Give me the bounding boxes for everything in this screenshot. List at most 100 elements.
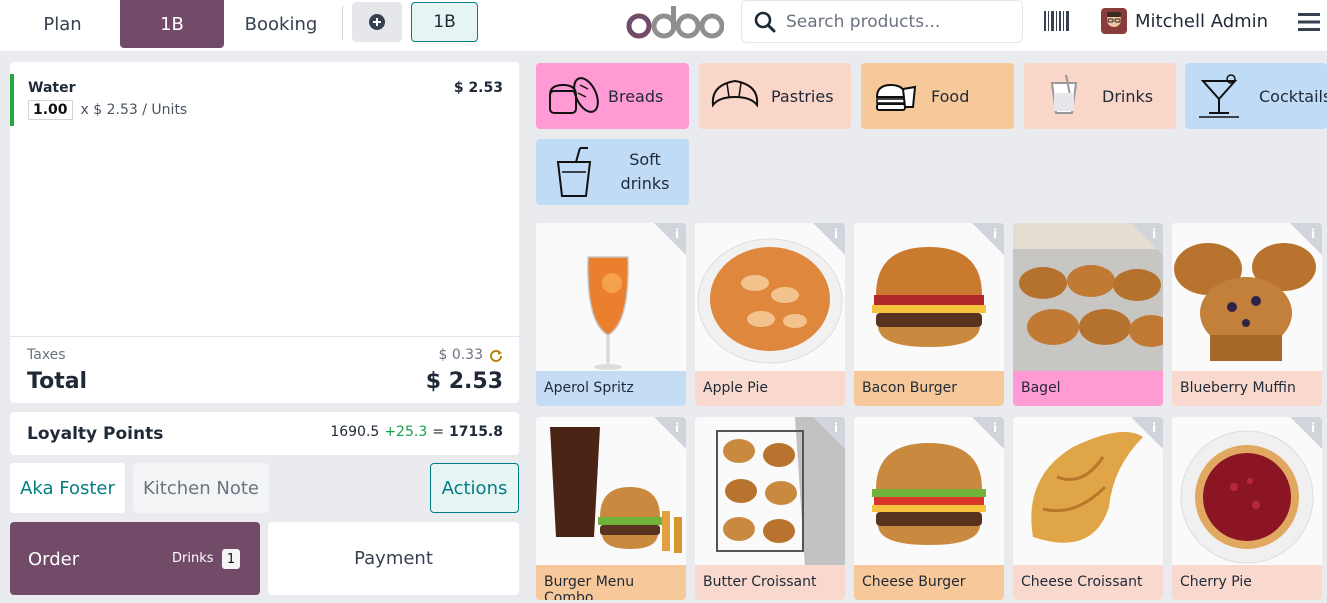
svg-text:i: i [1152, 421, 1156, 435]
total-value: $ 2.53 [425, 369, 503, 394]
category-pastries[interactable]: Pastries [699, 63, 851, 129]
actions-label: Actions [441, 477, 508, 499]
svg-text:i: i [675, 421, 679, 435]
category-drinks[interactable]: Drinks [1024, 63, 1176, 129]
taxes-label: Taxes [27, 347, 66, 363]
table-chip-label: 1B [433, 12, 456, 32]
customer-label: Aka Foster [20, 477, 115, 499]
product-card[interactable]: i Aperol Spritz [536, 223, 686, 406]
order-label: Order [28, 549, 80, 570]
product-card[interactable]: i Butter Croissant [695, 417, 845, 600]
info-icon[interactable]: i [1131, 417, 1163, 449]
loyalty-equals: = [432, 424, 444, 440]
loyalty-added: +25.3 [384, 424, 428, 440]
order-line[interactable]: Water 1.00 x $ 2.53 / Units $ 2.53 [10, 74, 519, 126]
info-icon[interactable]: i [654, 417, 686, 449]
order-count-badge: 1 [222, 549, 240, 569]
category-label: Soft drinks [620, 150, 670, 193]
info-icon[interactable]: i [1290, 223, 1322, 255]
cocktail-icon [1199, 74, 1239, 118]
order-line-qty: 1.00 [28, 100, 73, 120]
loyalty-points-row: Loyalty Points 1690.5 +25.3 = 1715.8 [10, 412, 519, 455]
product-name: Bacon Burger [854, 371, 1004, 406]
plan-label: Plan [43, 13, 82, 35]
table-label: 1B [160, 13, 184, 35]
table-chip[interactable]: 1B [411, 2, 478, 42]
category-breads[interactable]: Breads [536, 63, 689, 129]
category-label: Drinks [1102, 86, 1154, 106]
product-card[interactable]: i Bagel [1013, 223, 1163, 406]
product-card[interactable]: i Blueberry Muffin [1172, 223, 1322, 406]
product-name: Butter Croissant [695, 565, 845, 600]
info-icon[interactable]: i [1131, 223, 1163, 255]
glass-icon [1050, 74, 1078, 114]
info-icon[interactable]: i [654, 223, 686, 255]
info-icon[interactable]: i [972, 417, 1004, 449]
product-card[interactable]: i Cheese Croissant [1013, 417, 1163, 600]
order-category: Drinks [172, 551, 214, 566]
svg-text:i: i [993, 421, 997, 435]
info-icon[interactable]: i [813, 417, 845, 449]
loyalty-label: Loyalty Points [27, 424, 164, 444]
refresh-icon[interactable] [489, 348, 503, 362]
svg-text:i: i [1152, 227, 1156, 241]
product-search[interactable]: Search products... [741, 0, 1023, 43]
info-icon[interactable]: i [813, 223, 845, 255]
svg-text:i: i [675, 227, 679, 241]
search-icon [754, 11, 776, 32]
bread-icon [549, 77, 599, 114]
info-icon[interactable]: i [972, 223, 1004, 255]
product-card[interactable]: i Apple Pie [695, 223, 845, 406]
product-name: Cheese Croissant [1013, 565, 1163, 600]
product-name: Aperol Spritz [536, 371, 686, 406]
payment-button[interactable]: Payment [268, 522, 519, 595]
booking-label: Booking [244, 13, 318, 35]
category-soft-drinks[interactable]: Soft drinks [536, 139, 689, 205]
kitchen-note-label: Kitchen Note [143, 477, 259, 499]
hamburger-menu-icon[interactable] [1298, 12, 1320, 32]
product-name: Bagel [1013, 371, 1163, 406]
product-name: Cherry Pie [1172, 565, 1322, 600]
info-icon[interactable]: i [1290, 417, 1322, 449]
category-label: Food [931, 86, 970, 106]
order-line-price: $ 2.53 [453, 80, 503, 96]
category-food[interactable]: Food [861, 63, 1014, 129]
avatar [1101, 8, 1127, 34]
category-label: Pastries [771, 86, 834, 106]
product-card[interactable]: i Cherry Pie [1172, 417, 1322, 600]
add-order-button[interactable] [352, 2, 402, 42]
odoo-logo [626, 6, 724, 39]
category-label: Breads [608, 86, 664, 106]
top-bar: Plan 1B Booking 1B Search products... Mi… [0, 0, 1327, 52]
user-menu[interactable]: Mitchell Admin [1101, 8, 1268, 34]
product-name: Burger Menu Combo [536, 565, 686, 600]
order-button[interactable]: Order Drinks 1 [10, 522, 260, 595]
order-pane: Water 1.00 x $ 2.53 / Units $ 2.53 Taxes… [0, 52, 528, 603]
total-label: Total [27, 369, 88, 394]
croissant-icon [711, 79, 759, 108]
divider [342, 6, 343, 40]
customer-button[interactable]: Aka Foster [10, 463, 125, 513]
payment-label: Payment [354, 548, 433, 569]
booking-tab[interactable]: Booking [228, 0, 334, 48]
user-name: Mitchell Admin [1135, 10, 1269, 32]
order-lines-panel: Water 1.00 x $ 2.53 / Units $ 2.53 Taxes… [10, 62, 519, 403]
barcode-icon[interactable] [1044, 11, 1070, 31]
burger-fries-icon [875, 83, 917, 111]
svg-text:i: i [834, 421, 838, 435]
product-pane: Breads Pastries Food Drinks Cocktails So… [528, 52, 1327, 603]
product-name: Blueberry Muffin [1172, 371, 1322, 406]
product-name: Apple Pie [695, 371, 845, 406]
actions-button[interactable]: Actions [430, 463, 519, 513]
product-card[interactable]: i Bacon Burger [854, 223, 1004, 406]
svg-text:i: i [1311, 421, 1315, 435]
taxes-value: $ 0.33 [438, 347, 483, 363]
kitchen-note-button[interactable]: Kitchen Note [133, 463, 269, 513]
table-tab[interactable]: 1B [120, 0, 224, 48]
plan-tab[interactable]: Plan [10, 0, 115, 48]
loyalty-current: 1690.5 [330, 424, 380, 440]
category-label: Cocktails [1259, 86, 1327, 106]
product-card[interactable]: i Cheese Burger [854, 417, 1004, 600]
product-card[interactable]: i Burger Menu Combo [536, 417, 686, 600]
category-cocktails[interactable]: Cocktails [1185, 63, 1327, 129]
